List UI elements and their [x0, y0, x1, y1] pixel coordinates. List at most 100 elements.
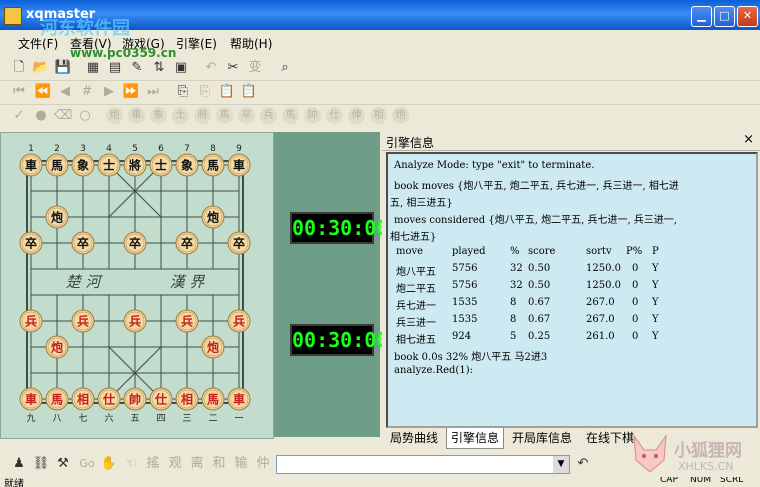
- red-piece[interactable]: 兵: [71, 309, 95, 333]
- copy2-icon[interactable]: ⎘: [196, 83, 214, 101]
- red-piece[interactable]: 車: [19, 387, 43, 411]
- black-piece[interactable]: 士: [149, 153, 173, 177]
- red-piece[interactable]: 兵: [123, 309, 147, 333]
- black-piece[interactable]: 象: [71, 153, 95, 177]
- piece-cannon-icon[interactable]: 炮: [106, 107, 123, 124]
- red-piece[interactable]: 仕: [97, 387, 121, 411]
- red-piece[interactable]: 仕: [149, 387, 173, 411]
- change-icon[interactable]: 变: [246, 59, 264, 77]
- new-file-icon[interactable]: 🗋: [10, 59, 28, 77]
- chevron-down-icon[interactable]: ▼: [553, 456, 569, 473]
- menu-help[interactable]: 帮助(H): [230, 35, 272, 52]
- tool-leave[interactable]: 离: [188, 455, 206, 473]
- piece-horse-icon[interactable]: 馬: [216, 107, 233, 124]
- piece-chariot-icon[interactable]: 車: [128, 107, 145, 124]
- red-piece[interactable]: 馬: [45, 387, 69, 411]
- hand-icon[interactable]: ☜: [122, 455, 140, 473]
- black-piece[interactable]: 炮: [45, 205, 69, 229]
- red-piece[interactable]: 兵: [175, 309, 199, 333]
- minimize-button[interactable]: ▁: [691, 6, 712, 27]
- black-piece[interactable]: 士: [97, 153, 121, 177]
- red-piece[interactable]: 炮: [201, 335, 225, 359]
- tools-icon[interactable]: ✂: [224, 59, 242, 77]
- red-piece[interactable]: 帥: [123, 387, 147, 411]
- piece-red-cannon-icon[interactable]: 炮: [392, 107, 409, 124]
- undo-icon[interactable]: ↶: [202, 59, 220, 77]
- red-piece[interactable]: 相: [71, 387, 95, 411]
- open-folder-icon[interactable]: 📂: [32, 59, 50, 77]
- black-piece[interactable]: 將: [123, 153, 147, 177]
- close-button[interactable]: ✕: [737, 6, 758, 27]
- piece-advisor-icon[interactable]: 士: [172, 107, 189, 124]
- tool-shake[interactable]: 搖: [144, 455, 162, 473]
- dot-icon[interactable]: ●: [32, 107, 50, 125]
- command-combobox[interactable]: ▼: [276, 455, 570, 474]
- copy-icon[interactable]: ⎘: [174, 83, 192, 101]
- piece-red-elephant-icon[interactable]: 相: [370, 107, 387, 124]
- board-canvas[interactable]: 1 2 3 4 5 6 7 8 9九八七六五四三二一楚 河漢 界 車馬象士將士象馬車炮 炮卒卒卒卒…: [1, 133, 273, 438]
- red-piece[interactable]: 兵: [19, 309, 43, 333]
- red-piece[interactable]: 兵: [227, 309, 251, 333]
- piece-red-chariot-icon[interactable]: 俥: [348, 107, 365, 124]
- tool-draw[interactable]: 和: [210, 455, 228, 473]
- red-piece[interactable]: 車: [227, 387, 251, 411]
- piece-red-king-icon[interactable]: 帥: [304, 107, 321, 124]
- engine-output[interactable]: Analyze Mode: type "exit" to terminate. …: [386, 152, 758, 428]
- tool-extend[interactable]: 仲: [254, 455, 272, 473]
- tab-engine-info[interactable]: 引擎信息: [446, 428, 505, 449]
- piece-red-advisor-icon[interactable]: 仕: [326, 107, 343, 124]
- circle-icon[interactable]: ○: [76, 107, 94, 125]
- tab-trend[interactable]: 局势曲线: [386, 428, 442, 448]
- menu-file[interactable]: 文件(F): [18, 35, 58, 52]
- save-icon[interactable]: 💾: [54, 59, 72, 77]
- red-piece[interactable]: 相: [175, 387, 199, 411]
- go-button[interactable]: Go: [76, 455, 98, 473]
- red-piece[interactable]: 馬: [201, 387, 225, 411]
- board-edit-icon[interactable]: ▦: [84, 59, 102, 77]
- menu-engine[interactable]: 引擎(E): [176, 35, 217, 52]
- hammer-icon[interactable]: ⚒: [54, 455, 72, 473]
- last-move-icon[interactable]: ⏭: [144, 83, 162, 101]
- pen-icon[interactable]: ✎: [128, 59, 146, 77]
- link-icon[interactable]: ⛓: [32, 455, 50, 473]
- black-piece[interactable]: 車: [19, 153, 43, 177]
- tool-watch[interactable]: 观: [166, 455, 184, 473]
- first-move-icon[interactable]: ⏮: [10, 83, 28, 101]
- black-piece[interactable]: 卒: [19, 231, 43, 255]
- goto-icon[interactable]: #: [78, 83, 96, 101]
- black-piece[interactable]: 卒: [71, 231, 95, 255]
- panel-close-icon[interactable]: ×: [743, 132, 754, 147]
- black-piece[interactable]: 卒: [123, 231, 147, 255]
- fast-forward-icon[interactable]: ⏩: [122, 83, 140, 101]
- piece-king-icon[interactable]: 將: [194, 107, 211, 124]
- piece-soldier-icon[interactable]: 兵: [260, 107, 277, 124]
- eraser-icon[interactable]: ⌫: [54, 107, 72, 125]
- paste-icon[interactable]: 📋: [218, 83, 236, 101]
- red-piece[interactable]: 炮: [45, 335, 69, 359]
- black-piece[interactable]: 炮: [201, 205, 225, 229]
- piece-elephant-icon[interactable]: 象: [150, 107, 167, 124]
- board-setup-icon[interactable]: ▤: [106, 59, 124, 77]
- app-icon[interactable]: [4, 7, 22, 25]
- step-back-icon[interactable]: ◀: [56, 83, 74, 101]
- engine-icon[interactable]: ▣: [172, 59, 190, 77]
- tool-lose[interactable]: 输: [232, 455, 250, 473]
- step-forward-icon[interactable]: ▶: [100, 83, 118, 101]
- xiangqi-board[interactable]: 123456789九八七六五四三二一楚 河漢 界 車馬象士將士象馬車炮炮卒卒卒卒…: [0, 132, 274, 439]
- black-piece[interactable]: 馬: [45, 153, 69, 177]
- paste2-icon[interactable]: 📋: [240, 83, 258, 101]
- black-piece[interactable]: 卒: [227, 231, 251, 255]
- maximize-button[interactable]: □: [714, 6, 735, 27]
- find-icon[interactable]: ⌕: [276, 59, 294, 77]
- piece-pawn-icon[interactable]: 卒: [238, 107, 255, 124]
- black-piece[interactable]: 馬: [201, 153, 225, 177]
- black-piece[interactable]: 卒: [175, 231, 199, 255]
- send-icon[interactable]: ↶: [574, 455, 592, 473]
- handshake-icon[interactable]: ✋: [100, 455, 118, 473]
- player-icon[interactable]: ♟: [10, 455, 28, 473]
- black-piece[interactable]: 車: [227, 153, 251, 177]
- flip-icon[interactable]: ⇅: [150, 59, 168, 77]
- black-piece[interactable]: 象: [175, 153, 199, 177]
- piece-red-horse-icon[interactable]: 馬: [282, 107, 299, 124]
- check-icon[interactable]: ✓: [10, 107, 28, 125]
